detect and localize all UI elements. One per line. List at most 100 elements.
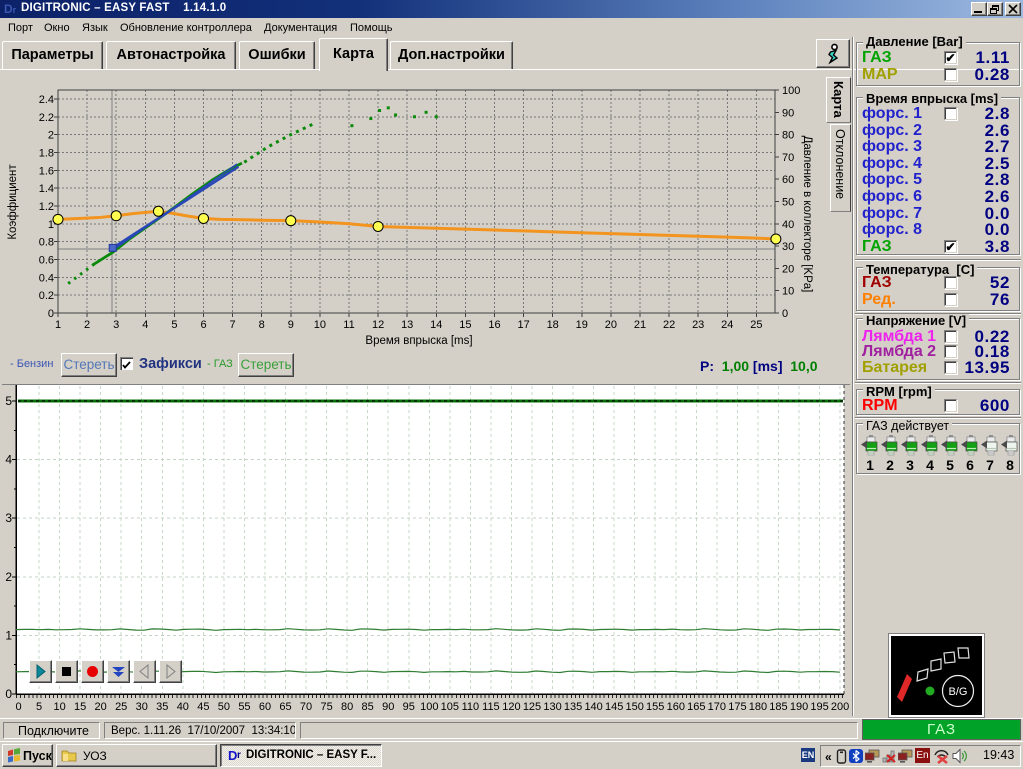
svg-text:70: 70	[782, 152, 794, 164]
svg-text:11: 11	[343, 319, 354, 331]
svg-text:15: 15	[74, 701, 86, 713]
svg-text:150: 150	[626, 701, 644, 713]
svg-text:19: 19	[576, 319, 588, 331]
svg-text:3: 3	[113, 319, 119, 331]
svg-text:140: 140	[584, 701, 602, 713]
svg-text:45: 45	[197, 701, 209, 713]
svg-text:160: 160	[667, 701, 685, 713]
svg-text:5: 5	[171, 319, 177, 331]
svg-text:1.6: 1.6	[39, 165, 54, 177]
svg-text:120: 120	[502, 701, 520, 713]
svg-text:0.8: 0.8	[39, 237, 54, 249]
svg-text:Коэффициент: Коэффициент	[7, 164, 19, 240]
svg-text:145: 145	[605, 701, 623, 713]
svg-text:4: 4	[142, 319, 148, 331]
svg-text:16: 16	[488, 319, 500, 331]
svg-text:200: 200	[831, 701, 849, 713]
svg-text:1.8: 1.8	[39, 147, 54, 159]
svg-text:50: 50	[218, 701, 230, 713]
svg-text:50: 50	[782, 197, 794, 209]
svg-text:2: 2	[5, 570, 12, 584]
svg-text:0: 0	[48, 308, 54, 320]
svg-text:75: 75	[320, 701, 332, 713]
svg-text:55: 55	[238, 701, 250, 713]
svg-text:17: 17	[517, 319, 529, 331]
svg-text:175: 175	[728, 701, 746, 713]
svg-text:15: 15	[459, 319, 471, 331]
svg-text:35: 35	[156, 701, 168, 713]
svg-text:2: 2	[84, 319, 90, 331]
svg-text:100: 100	[420, 701, 438, 713]
svg-text:0.4: 0.4	[39, 272, 54, 284]
svg-text:10: 10	[53, 701, 65, 713]
svg-text:130: 130	[543, 701, 561, 713]
svg-text:20: 20	[95, 701, 107, 713]
svg-text:100: 100	[782, 85, 800, 97]
svg-text:195: 195	[810, 701, 828, 713]
svg-text:0.6: 0.6	[39, 254, 54, 266]
svg-text:14: 14	[430, 319, 442, 331]
svg-text:25: 25	[750, 319, 762, 331]
svg-text:190: 190	[790, 701, 808, 713]
svg-text:155: 155	[646, 701, 664, 713]
svg-text:0.2: 0.2	[39, 290, 54, 302]
svg-text:1.2: 1.2	[39, 201, 54, 213]
svg-text:10: 10	[314, 319, 326, 331]
svg-text:3: 3	[5, 511, 12, 525]
svg-text:60: 60	[259, 701, 271, 713]
svg-text:1: 1	[55, 319, 61, 331]
svg-text:10: 10	[782, 286, 794, 298]
svg-text:125: 125	[523, 701, 541, 713]
svg-text:60: 60	[782, 174, 794, 186]
svg-text:30: 30	[782, 241, 794, 253]
svg-text:2.4: 2.4	[39, 94, 54, 106]
svg-text:22: 22	[663, 319, 675, 331]
svg-text:180: 180	[749, 701, 767, 713]
svg-text:165: 165	[687, 701, 705, 713]
svg-text:105: 105	[441, 701, 459, 713]
svg-text:5: 5	[5, 394, 12, 408]
svg-text:0: 0	[5, 687, 12, 701]
svg-text:90: 90	[782, 107, 794, 119]
svg-text:25: 25	[115, 701, 127, 713]
svg-text:0: 0	[15, 701, 21, 713]
svg-text:70: 70	[300, 701, 312, 713]
svg-text:9: 9	[288, 319, 294, 331]
svg-text:185: 185	[769, 701, 787, 713]
svg-text:40: 40	[782, 219, 794, 231]
svg-text:23: 23	[692, 319, 704, 331]
svg-text:B/G: B/G	[949, 686, 968, 698]
svg-text:115: 115	[482, 701, 500, 713]
svg-text:Время впрыска [ms]: Время впрыска [ms]	[365, 335, 472, 347]
svg-text:1.4: 1.4	[39, 183, 54, 195]
svg-text:13: 13	[401, 319, 413, 331]
svg-text:2.2: 2.2	[39, 112, 54, 124]
svg-text:110: 110	[462, 701, 480, 713]
svg-text:21: 21	[634, 319, 646, 331]
svg-text:7: 7	[230, 319, 236, 331]
svg-text:4: 4	[5, 453, 12, 467]
svg-text:1: 1	[48, 219, 54, 231]
svg-text:Давление в коллекторе [KPa]: Давление в коллекторе [KPa]	[801, 136, 813, 293]
svg-text:85: 85	[362, 701, 374, 713]
svg-text:24: 24	[721, 319, 733, 331]
svg-text:18: 18	[547, 319, 559, 331]
svg-text:8: 8	[259, 319, 265, 331]
svg-text:90: 90	[382, 701, 394, 713]
svg-text:65: 65	[279, 701, 291, 713]
svg-text:0: 0	[782, 308, 788, 320]
svg-text:135: 135	[564, 701, 582, 713]
svg-text:40: 40	[177, 701, 189, 713]
svg-text:30: 30	[136, 701, 148, 713]
svg-text:12: 12	[372, 319, 384, 331]
svg-text:2: 2	[48, 130, 54, 142]
svg-text:6: 6	[200, 319, 206, 331]
svg-text:20: 20	[605, 319, 617, 331]
svg-text:80: 80	[782, 130, 794, 142]
svg-text:5: 5	[36, 701, 42, 713]
svg-text:20: 20	[782, 263, 794, 275]
svg-text:80: 80	[341, 701, 353, 713]
svg-text:95: 95	[403, 701, 415, 713]
svg-text:1: 1	[5, 628, 12, 642]
svg-text:170: 170	[708, 701, 726, 713]
